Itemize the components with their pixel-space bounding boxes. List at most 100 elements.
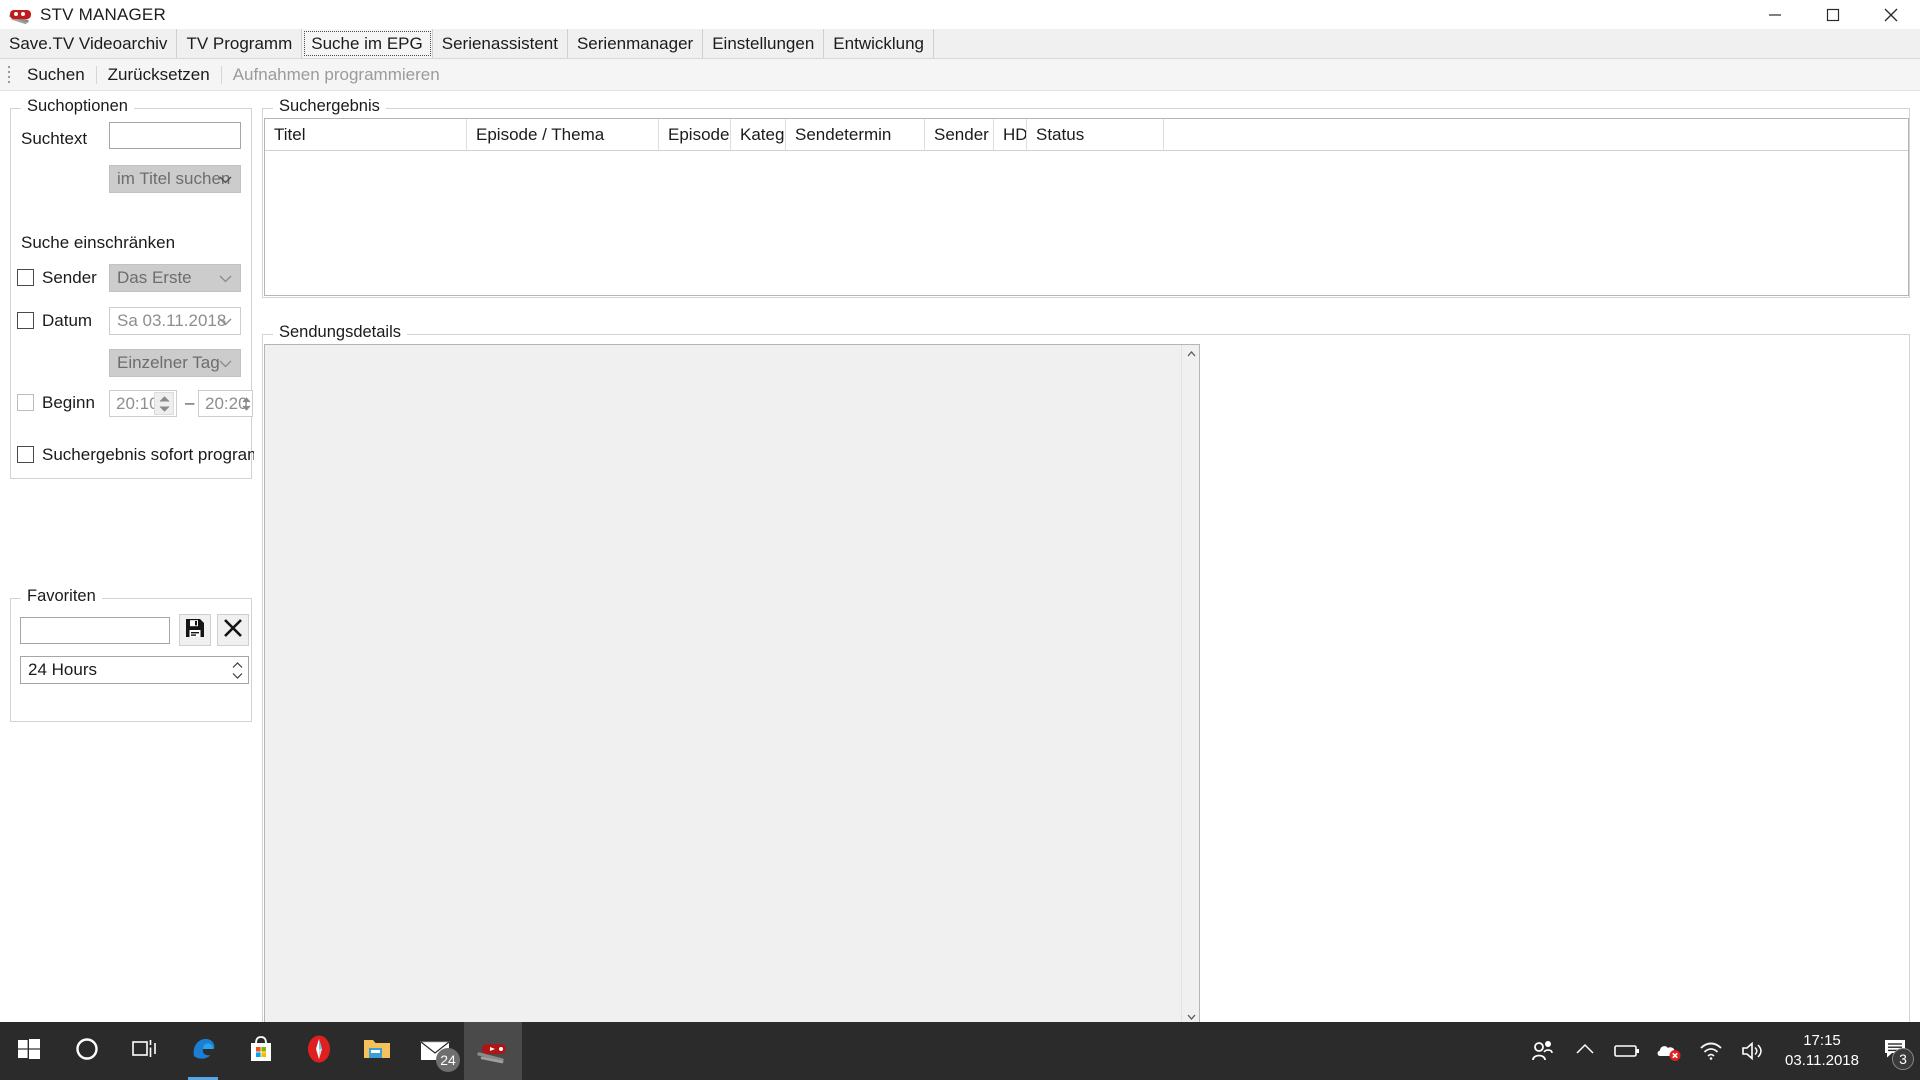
chevron-down-icon: [219, 169, 232, 189]
folder-icon: [362, 1036, 392, 1067]
spinner-arrows-icon[interactable]: [232, 657, 243, 683]
column-header-filler: [1164, 119, 1904, 150]
tab-save-tv-videoarchiv[interactable]: Save.TV Videoarchiv: [0, 29, 177, 58]
file-explorer-button[interactable]: [348, 1022, 406, 1080]
sender-checkbox[interactable]: [17, 269, 34, 286]
selected-favorite-value: 24 Hours: [28, 660, 97, 680]
time-range-separator: –: [185, 393, 194, 413]
notifications-button[interactable]: 3: [1870, 1022, 1920, 1080]
column-header-episode-thema[interactable]: Episode / Thema: [467, 119, 659, 150]
minimize-button[interactable]: [1746, 0, 1804, 29]
broadcast-details-pane[interactable]: [264, 344, 1200, 1027]
suchen-button[interactable]: Suchen: [16, 65, 96, 85]
store-button[interactable]: [232, 1022, 290, 1080]
broadcast-details-title: Sendungsdetails: [273, 323, 407, 342]
show-hidden-icons-button[interactable]: [1564, 1022, 1606, 1080]
task-view-icon: [132, 1037, 158, 1066]
suchtext-label: Suchtext: [21, 129, 87, 149]
search-mode-combo[interactable]: im Titel suchen: [109, 165, 241, 193]
spinner-arrows-icon[interactable]: [240, 392, 252, 415]
column-header-episode[interactable]: Episode: [659, 119, 731, 150]
date-range-combo[interactable]: Einzelner Tag: [109, 349, 241, 377]
column-header-sendetermin[interactable]: Sendetermin: [786, 119, 925, 150]
people-icon[interactable]: [1522, 1022, 1564, 1080]
swiss-knife-icon: [476, 1038, 510, 1064]
compass-button[interactable]: [290, 1022, 348, 1080]
zuruecksetzen-button[interactable]: Zurücksetzen: [97, 65, 221, 85]
beginn-checkbox[interactable]: [17, 394, 34, 411]
broadcast-details-group: Sendungsdetails: [262, 334, 1910, 1034]
title-bar: STV MANAGER: [0, 0, 1920, 29]
windows-logo-icon: [17, 1037, 41, 1066]
column-header-sender[interactable]: Sender: [925, 119, 994, 150]
chevron-up-icon: [1576, 1042, 1594, 1060]
column-header-kategorie[interactable]: Kateg...: [731, 119, 786, 150]
floppy-save-icon: [184, 617, 206, 644]
stv-manager-button[interactable]: [464, 1022, 522, 1080]
window-title: STV MANAGER: [40, 5, 166, 25]
windows-taskbar: 24: [0, 1022, 1920, 1080]
favorites-title: Favoriten: [21, 587, 102, 606]
datum-date-picker[interactable]: Sa 03.11.2018: [109, 307, 241, 335]
date-range-value: Einzelner Tag: [117, 353, 220, 373]
immediate-program-checkbox[interactable]: [17, 446, 34, 463]
taskbar-clock[interactable]: 17:15 03.11.2018: [1774, 1022, 1870, 1080]
cortana-circle-icon: [74, 1036, 100, 1067]
clock-date: 03.11.2018: [1785, 1051, 1859, 1071]
onedrive-error-icon[interactable]: [1648, 1022, 1690, 1080]
search-results-group: Suchergebnis Titel Episode / Thema Episo…: [262, 108, 1910, 298]
column-header-hd[interactable]: HD: [994, 119, 1027, 150]
favorites-list-combo[interactable]: 24 Hours: [20, 656, 249, 684]
delete-favorite-button[interactable]: [217, 614, 249, 646]
notifications-count-badge: 3: [1892, 1048, 1914, 1070]
edge-button[interactable]: [174, 1022, 232, 1080]
mail-unread-badge: 24: [436, 1048, 460, 1072]
sender-combo[interactable]: Das Erste: [109, 264, 241, 292]
sender-combo-value: Das Erste: [117, 268, 192, 288]
favorite-name-input[interactable]: [20, 617, 170, 644]
tab-suche-im-epg[interactable]: Suche im EPG: [302, 29, 433, 58]
chevron-down-icon: [219, 311, 232, 331]
tab-serienmanager[interactable]: Serienmanager: [568, 29, 703, 58]
tab-serienassistent[interactable]: Serienassistent: [433, 29, 568, 58]
tab-einstellungen[interactable]: Einstellungen: [703, 29, 824, 58]
sender-label: Sender: [42, 268, 97, 288]
battery-icon[interactable]: [1606, 1022, 1648, 1080]
cortana-button[interactable]: [58, 1022, 116, 1080]
volume-icon[interactable]: [1732, 1022, 1774, 1080]
search-options-title: Suchoptionen: [21, 97, 134, 116]
save-favorite-button[interactable]: [179, 614, 211, 646]
details-vertical-scrollbar[interactable]: [1181, 345, 1199, 1026]
beginn-to-spinner[interactable]: 20:20: [198, 390, 253, 417]
results-table[interactable]: Titel Episode / Thema Episode Kateg... S…: [264, 118, 1909, 296]
spinner-arrows-icon[interactable]: [154, 392, 174, 415]
tab-tv-programm[interactable]: TV Programm: [177, 29, 302, 58]
tab-strip: Save.TV Videoarchiv TV Programm Suche im…: [0, 29, 1920, 59]
start-button[interactable]: [0, 1022, 58, 1080]
chevron-down-icon: [219, 353, 232, 373]
command-bar: Suchen Zurücksetzen Aufnahmen programmie…: [0, 59, 1920, 91]
mail-button[interactable]: 24: [406, 1022, 464, 1080]
compass-icon: [304, 1034, 334, 1069]
wifi-icon[interactable]: [1690, 1022, 1732, 1080]
maximize-button[interactable]: [1804, 0, 1862, 29]
column-header-status[interactable]: Status: [1027, 119, 1164, 150]
caret-up-icon[interactable]: [1182, 345, 1200, 363]
search-results-title: Suchergebnis: [273, 97, 386, 116]
tab-entwicklung[interactable]: Entwicklung: [824, 29, 934, 58]
beginn-from-value: 20:10: [116, 394, 159, 414]
search-options-group: Suchoptionen Suchtext im Titel suchen Su…: [10, 108, 252, 479]
x-delete-icon: [222, 617, 244, 644]
datum-value: Sa 03.11.2018: [117, 311, 226, 331]
datum-checkbox[interactable]: [17, 312, 34, 329]
task-view-button[interactable]: [116, 1022, 174, 1080]
application-window: STV MANAGER Save.TV Videoarchiv TV Progr…: [0, 0, 1920, 1080]
aufnahmen-programmieren-button[interactable]: Aufnahmen programmieren: [222, 65, 451, 85]
column-header-titel[interactable]: Titel: [265, 119, 467, 150]
beginn-from-spinner[interactable]: 20:10: [109, 390, 177, 417]
suchtext-input[interactable]: [109, 122, 241, 149]
close-button[interactable]: [1862, 0, 1920, 29]
system-tray: 17:15 03.11.2018 3: [1522, 1022, 1920, 1080]
immediate-program-label: Suchergebnis sofort programmie: [42, 445, 254, 465]
favorites-group: Favoriten: [10, 598, 252, 722]
